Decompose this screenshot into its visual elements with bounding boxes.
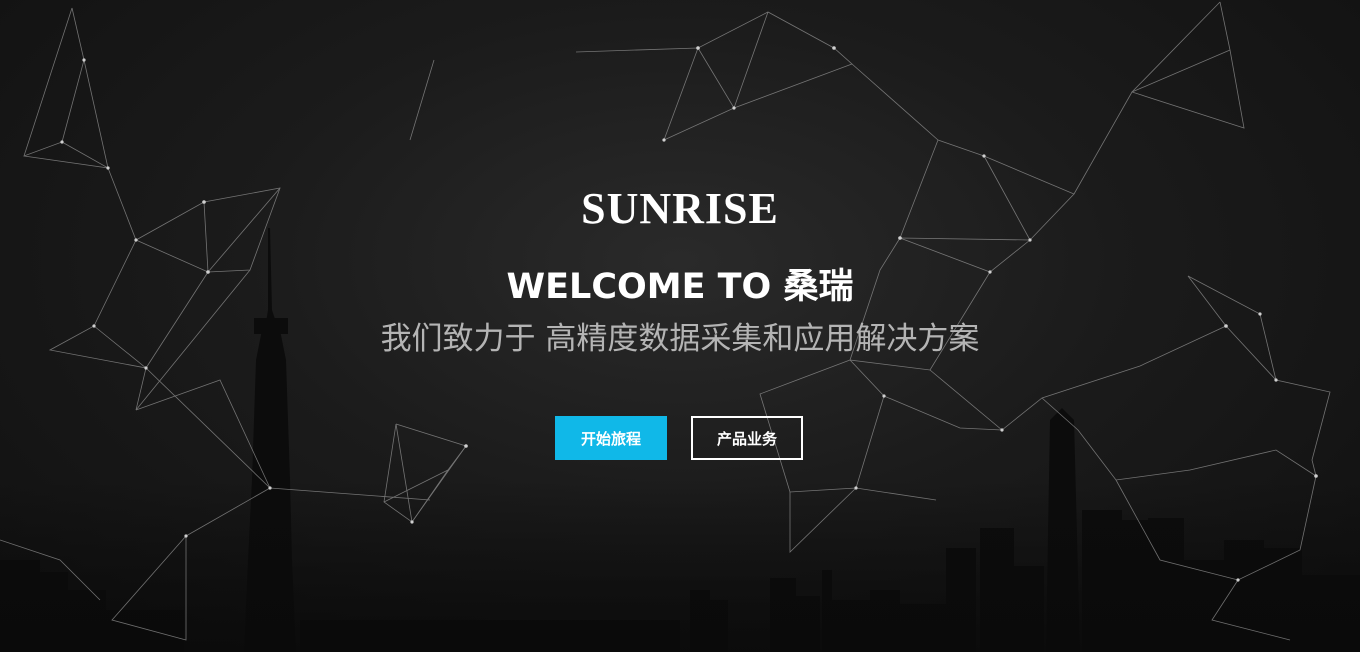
brand-logo: SUNRISE bbox=[581, 184, 779, 233]
start-journey-button[interactable]: 开始旅程 bbox=[555, 416, 667, 460]
hero-subtitle: 我们致力于 高精度数据采集和应用解决方案 bbox=[380, 321, 980, 357]
hero-section: SUNRISE WELCOME TO 桑瑞 我们致力于 高精度数据采集和应用解决… bbox=[0, 0, 1360, 652]
hero-content: SUNRISE WELCOME TO 桑瑞 我们致力于 高精度数据采集和应用解决… bbox=[0, 0, 1360, 652]
welcome-heading: WELCOME TO 桑瑞 bbox=[506, 267, 854, 307]
products-button[interactable]: 产品业务 bbox=[691, 416, 803, 460]
